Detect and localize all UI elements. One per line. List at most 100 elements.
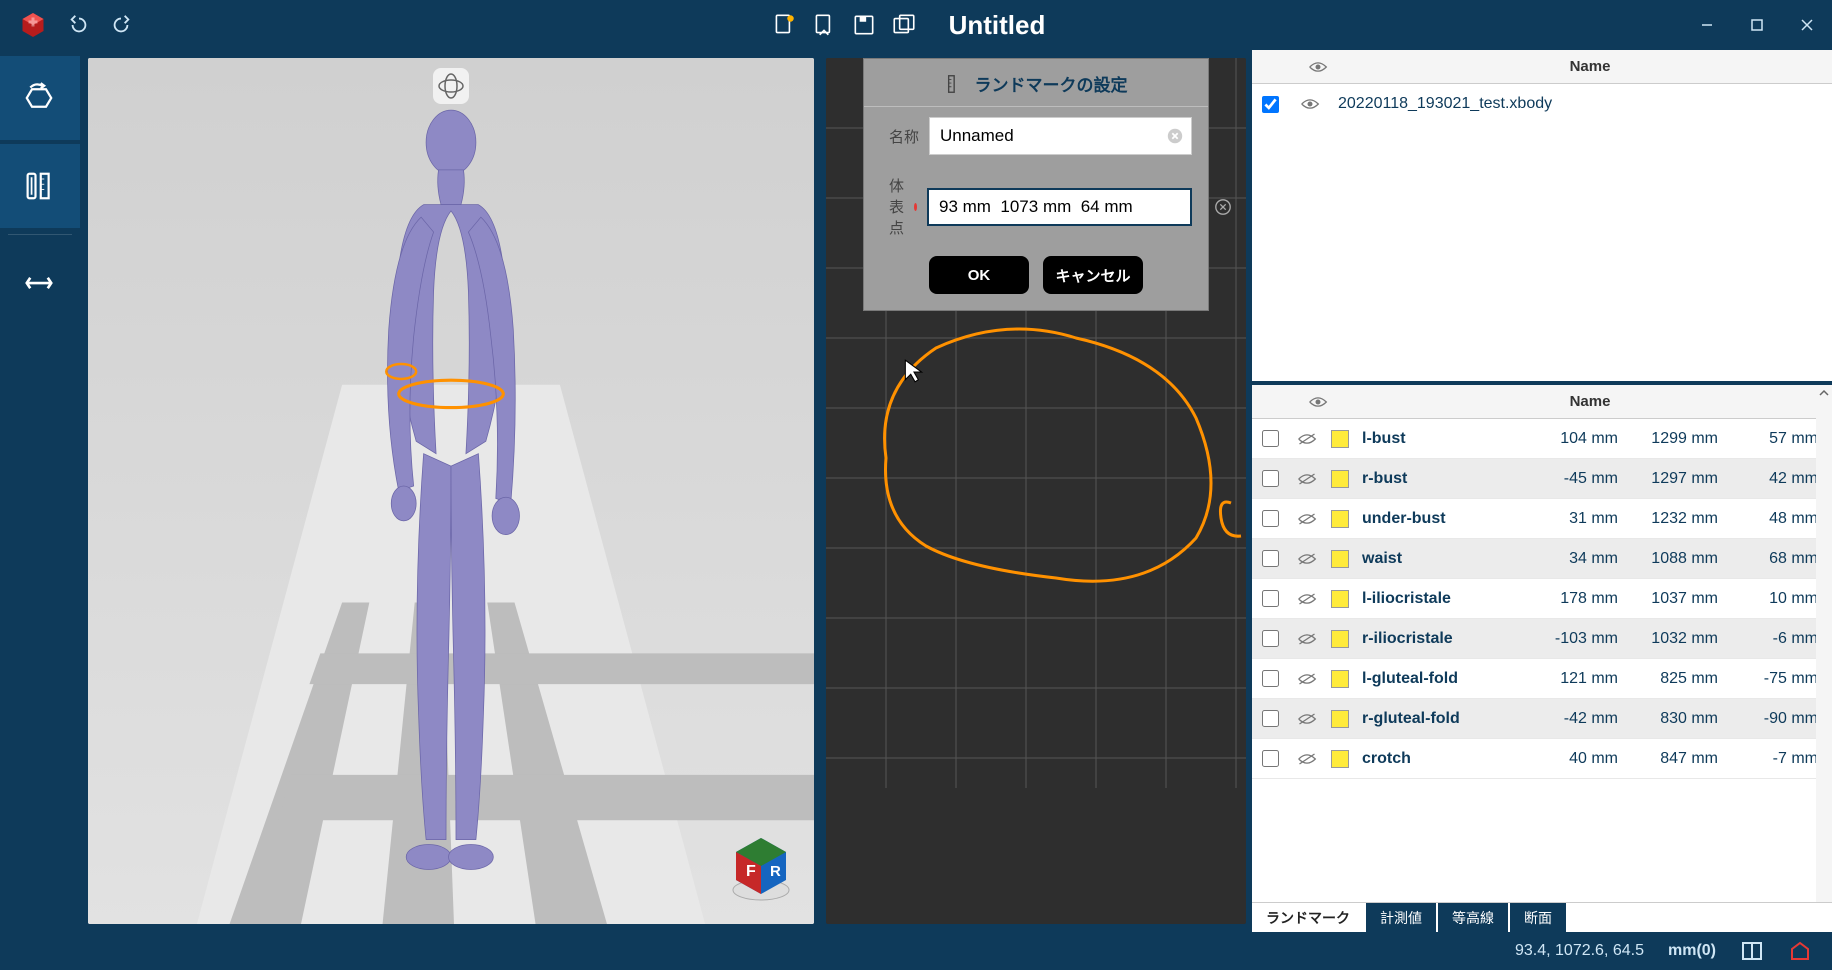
visibility-off-icon[interactable] — [1297, 592, 1317, 606]
maximize-button[interactable] — [1732, 0, 1782, 50]
redo-button[interactable] — [110, 14, 132, 36]
visibility-icon[interactable] — [1300, 97, 1320, 111]
status-unit: mm(0) — [1668, 942, 1716, 960]
columns-icon[interactable] — [1740, 939, 1764, 963]
landmark-settings-dialog: ランドマークの設定 名称 体表点 OK キャンセル — [863, 58, 1209, 311]
color-swatch[interactable] — [1331, 430, 1349, 448]
landmark-x: -45 mm — [1532, 470, 1632, 488]
landmark-row[interactable]: r-bust -45 mm 1297 mm 42 mm — [1252, 459, 1832, 499]
color-swatch[interactable] — [1331, 550, 1349, 568]
landmarks-panel: Name l-bust 104 mm 1299 mm 57 mm r-bust … — [1252, 385, 1832, 932]
tab-measure[interactable]: 計測値 — [1366, 903, 1436, 932]
tab-contour[interactable]: 等高線 — [1438, 903, 1508, 932]
panel-tabs: ランドマーク 計測値 等高線 断面 — [1252, 902, 1832, 932]
landmark-y: 825 mm — [1632, 670, 1732, 688]
landmark-x: 31 mm — [1532, 510, 1632, 528]
landmark-name: l-gluteal-fold — [1354, 670, 1532, 688]
landmark-row[interactable]: under-bust 31 mm 1232 mm 48 mm — [1252, 499, 1832, 539]
landmark-y: 1088 mm — [1632, 550, 1732, 568]
measure-tool[interactable] — [0, 144, 80, 228]
landmark-checkbox[interactable] — [1262, 590, 1279, 607]
landmark-row[interactable]: r-gluteal-fold -42 mm 830 mm -90 mm — [1252, 699, 1832, 739]
visibility-off-icon[interactable] — [1297, 552, 1317, 566]
point-label: 体表点 — [880, 175, 904, 238]
visibility-off-icon[interactable] — [1297, 432, 1317, 446]
landmark-checkbox[interactable] — [1262, 710, 1279, 727]
landmark-row[interactable]: l-iliocristale 178 mm 1037 mm 10 mm — [1252, 579, 1832, 619]
landmark-checkbox[interactable] — [1262, 750, 1279, 767]
visibility-off-icon[interactable] — [1297, 632, 1317, 646]
color-swatch[interactable] — [1331, 590, 1349, 608]
landmark-row[interactable]: l-gluteal-fold 121 mm 825 mm -75 mm — [1252, 659, 1832, 699]
app-logo-icon — [18, 10, 48, 40]
visibility-off-icon[interactable] — [1297, 712, 1317, 726]
landmark-name: l-bust — [1354, 430, 1532, 448]
name-input[interactable] — [929, 117, 1192, 155]
landmark-checkbox[interactable] — [1262, 430, 1279, 447]
ruler-icon — [945, 73, 967, 95]
color-swatch[interactable] — [1331, 630, 1349, 648]
landmark-name: r-gluteal-fold — [1354, 710, 1532, 728]
files-panel: Name 20220118_193021_test.xbody — [1252, 50, 1832, 385]
view-gizmo[interactable]: F R — [728, 832, 794, 904]
minimize-button[interactable] — [1682, 0, 1732, 50]
name-label: 名称 — [880, 126, 919, 147]
landmark-checkbox[interactable] — [1262, 510, 1279, 527]
view-tool[interactable] — [0, 56, 80, 140]
landmark-checkbox[interactable] — [1262, 630, 1279, 647]
landmark-name: l-iliocristale — [1354, 590, 1532, 608]
landmark-name: r-iliocristale — [1354, 630, 1532, 648]
color-swatch[interactable] — [1331, 510, 1349, 528]
viewport-3d[interactable]: F R — [88, 58, 814, 924]
svg-text:F: F — [746, 863, 756, 880]
file-checkbox[interactable] — [1262, 96, 1279, 113]
orbit-icon[interactable] — [433, 68, 469, 104]
scroll-up-icon[interactable] — [1818, 387, 1830, 399]
landmark-y: 1299 mm — [1632, 430, 1732, 448]
file-row[interactable]: 20220118_193021_test.xbody — [1252, 84, 1832, 124]
cancel-button[interactable]: キャンセル — [1043, 256, 1143, 294]
visibility-header-icon — [1308, 60, 1328, 74]
landmark-row[interactable]: l-bust 104 mm 1299 mm 57 mm — [1252, 419, 1832, 459]
tab-section[interactable]: 断面 — [1510, 903, 1566, 932]
doc-new-icon[interactable] — [771, 12, 797, 38]
dialog-title: ランドマークの設定 — [975, 71, 1128, 96]
landmark-row[interactable]: waist 34 mm 1088 mm 68 mm — [1252, 539, 1832, 579]
visibility-off-icon[interactable] — [1297, 672, 1317, 686]
color-swatch[interactable] — [1331, 750, 1349, 768]
visibility-off-icon[interactable] — [1297, 512, 1317, 526]
undo-button[interactable] — [68, 14, 90, 36]
landmark-x: 104 mm — [1532, 430, 1632, 448]
clear-point-icon[interactable] — [1214, 198, 1232, 216]
point-input[interactable] — [927, 188, 1192, 226]
landmark-checkbox[interactable] — [1262, 470, 1279, 487]
color-swatch[interactable] — [1331, 710, 1349, 728]
landmark-row[interactable]: crotch 40 mm 847 mm -7 mm — [1252, 739, 1832, 779]
tab-landmark[interactable]: ランドマーク — [1252, 903, 1364, 932]
save-as-icon[interactable] — [891, 12, 917, 38]
landmark-y: 847 mm — [1632, 750, 1732, 768]
landmark-checkbox[interactable] — [1262, 550, 1279, 567]
landmark-name: crotch — [1354, 750, 1532, 768]
viewport-2d[interactable]: ランドマークの設定 名称 体表点 OK キャンセル — [826, 58, 1246, 924]
doc-open-icon[interactable] — [811, 12, 837, 38]
landmark-checkbox[interactable] — [1262, 670, 1279, 687]
clear-icon[interactable] — [1166, 127, 1184, 145]
pan-tool[interactable] — [0, 241, 80, 325]
left-toolbar — [0, 50, 80, 932]
close-button[interactable] — [1782, 0, 1832, 50]
visibility-off-icon[interactable] — [1297, 752, 1317, 766]
landmark-x: -103 mm — [1532, 630, 1632, 648]
file-name: 20220118_193021_test.xbody — [1332, 95, 1832, 113]
save-icon[interactable] — [851, 12, 877, 38]
status-bar: 93.4, 1072.6, 64.5 mm(0) — [0, 932, 1832, 970]
ok-button[interactable]: OK — [929, 256, 1029, 294]
landmark-x: 40 mm — [1532, 750, 1632, 768]
color-swatch[interactable] — [1331, 670, 1349, 688]
color-swatch[interactable] — [1331, 470, 1349, 488]
home-icon[interactable] — [1788, 939, 1812, 963]
visibility-off-icon[interactable] — [1297, 472, 1317, 486]
landmark-row[interactable]: r-iliocristale -103 mm 1032 mm -6 mm — [1252, 619, 1832, 659]
body-mesh — [262, 93, 640, 890]
scrollbar[interactable] — [1816, 385, 1832, 932]
